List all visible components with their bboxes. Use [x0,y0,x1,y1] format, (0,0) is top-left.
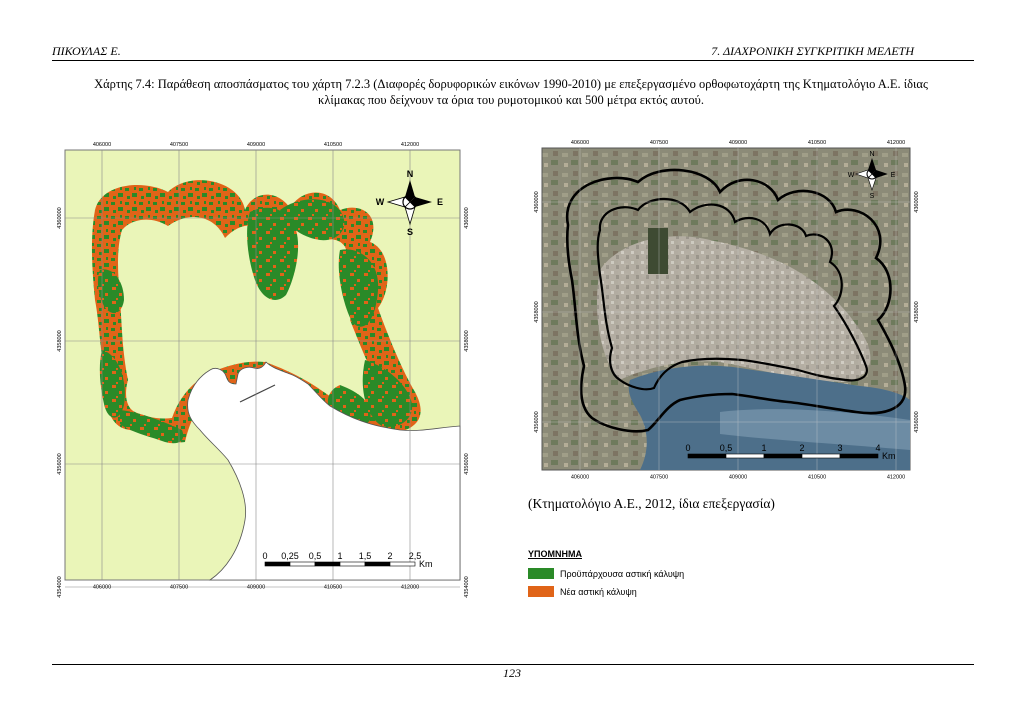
compass-e: E [891,172,896,179]
y-tick-label: 4360000 [914,191,920,212]
scale-label: 1,5 [359,551,372,561]
x-tick-label: 409000 [247,142,265,148]
x-tick-label: 410500 [324,142,342,148]
y-tick-labels-left: 4360000 4358000 4356000 4354000 [57,207,63,597]
scale-label: 4 [875,443,880,453]
scale-segment [264,561,291,567]
header-author: ΠΙΚΟΥΛΑΣ Ε. [52,44,121,58]
scale-segment [289,561,316,567]
x-tick-label: 412000 [887,475,905,481]
scale-label: 2 [387,551,392,561]
y-tick-label: 4360000 [464,207,470,228]
y-tick-label: 4358000 [57,330,63,351]
x-tick-labels-bottom: 406000 407500 409000 410500 412000 [571,475,905,481]
legend-swatch-green [528,568,554,579]
x-tick-label: 409000 [247,585,265,591]
compass-s: S [870,193,875,200]
scale-segment [687,453,727,459]
x-tick-label: 407500 [170,142,188,148]
map-source: (Κτηματολόγιο Α.Ε., 2012, ίδια επεξεργασ… [528,496,775,511]
x-tick-label: 412000 [401,142,419,148]
x-tick-label: 406000 [93,142,111,148]
scale-segment [364,561,391,567]
x-tick-label: 407500 [170,585,188,591]
y-tick-label: 4360000 [534,191,540,212]
x-tick-label: 407500 [650,475,668,481]
y-tick-label: 4356000 [464,453,470,474]
x-tick-label: 409000 [729,140,747,146]
scale-unit: Km [419,559,433,569]
scale-segment [314,561,341,567]
x-tick-label: 412000 [401,585,419,591]
scale-label: 0 [685,443,690,453]
legend-swatch-orange [528,586,554,597]
y-tick-labels-right: 4360000 4358000 4356000 [914,191,920,432]
scale-segment [339,561,366,567]
dark-field [648,228,668,274]
scale-label: 1 [761,443,766,453]
y-tick-label: 4358000 [914,301,920,322]
x-tick-label: 406000 [93,585,111,591]
x-tick-label: 410500 [324,585,342,591]
y-tick-label: 4358000 [464,330,470,351]
legend-item-existing: Προϋπάρχουσα αστική κάλυψη [528,568,684,579]
x-tick-labels-bottom: 406000 407500 409000 410500 412000 [93,585,419,591]
scale-label: 0,5 [309,551,322,561]
y-tick-labels-left: 4360000 4358000 4356000 [534,191,540,432]
y-tick-labels-right: 4360000 4358000 4356000 4354000 [464,207,470,597]
y-tick-label: 4358000 [534,301,540,322]
x-tick-label: 410500 [808,140,826,146]
scale-label: 0,5 [720,443,733,453]
scale-label: 0,25 [281,551,299,561]
compass-e: E [437,197,443,207]
scale-segment [725,453,765,459]
scale-segment [801,453,841,459]
compass-n: N [869,151,874,158]
x-tick-labels-top: 406000 407500 409000 410500 412000 [571,140,905,146]
scale-label: 2 [799,443,804,453]
x-tick-labels-top: 406000 407500 409000 410500 412000 [93,142,419,148]
legend-item-new: Νέα αστική κάλυψη [528,586,637,597]
scale-label: 1 [337,551,342,561]
compass-s: S [407,227,413,237]
compass-w: W [848,172,855,179]
legend-label: Προϋπάρχουσα αστική κάλυψη [560,568,685,579]
x-tick-label: 410500 [808,475,826,481]
urban-change-map: 406000 407500 409000 410500 412000 406000 407… [57,142,470,598]
map-caption: Χάρτης 7.4: Παράθεση αποσπάσματος του χά… [60,76,962,108]
legend-label: Νέα αστική κάλυψη [560,586,637,597]
scale-segment [839,453,879,459]
scale-segment [389,561,416,567]
y-tick-label: 4354000 [57,576,63,597]
page-number: 123 [503,666,521,680]
caption-line-1: Χάρτης 7.4: Παράθεση αποσπάσματος του χά… [94,77,928,91]
compass-w: W [376,197,385,207]
x-tick-label: 406000 [571,475,589,481]
scale-label: 3 [837,443,842,453]
y-tick-label: 4356000 [914,411,920,432]
orthophoto-map: 406000 407500 409000 410500 412000 406000 407… [534,140,920,481]
y-tick-label: 4356000 [534,411,540,432]
x-tick-label: 407500 [650,140,668,146]
x-tick-label: 406000 [571,140,589,146]
scale-unit: Km [882,451,896,461]
y-tick-label: 4356000 [57,453,63,474]
footer-rule [52,664,974,665]
x-tick-label: 412000 [887,140,905,146]
header-rule [52,60,974,61]
compass-n: N [407,169,414,179]
scale-label: 0 [262,551,267,561]
y-tick-label: 4360000 [57,207,63,228]
legend-title: ΥΠΟΜΝΗΜΑ [528,549,582,559]
x-tick-label: 409000 [729,475,747,481]
scale-segment [763,453,803,459]
caption-line-2: κλίμακας που δείχνουν τα όρια του ρυμοτο… [318,93,704,107]
y-tick-label: 4354000 [464,576,470,597]
header-chapter: 7. ΔΙΑΧΡΟΝΙΚΗ ΣΥΓΚΡΙΤΙΚΗ ΜΕΛΕΤΗ [711,44,914,58]
